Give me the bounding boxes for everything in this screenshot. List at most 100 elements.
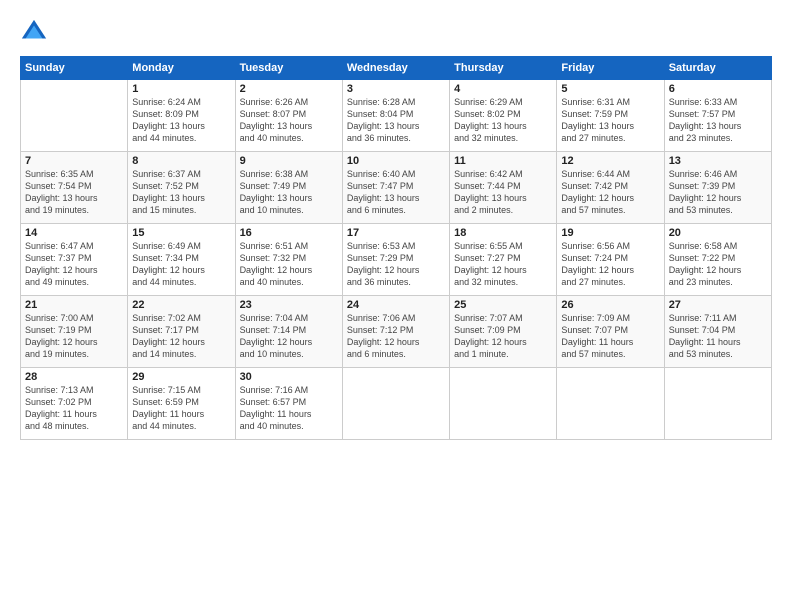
calendar-cell: 12Sunrise: 6:44 AMSunset: 7:42 PMDayligh… — [557, 152, 664, 224]
day-number: 23 — [240, 299, 338, 311]
week-row-2: 7Sunrise: 6:35 AMSunset: 7:54 PMDaylight… — [21, 152, 772, 224]
day-info: Sunrise: 7:06 AMSunset: 7:12 PMDaylight:… — [347, 312, 445, 361]
day-number: 21 — [25, 299, 123, 311]
calendar-cell — [450, 368, 557, 440]
week-row-4: 21Sunrise: 7:00 AMSunset: 7:19 PMDayligh… — [21, 296, 772, 368]
calendar-cell: 21Sunrise: 7:00 AMSunset: 7:19 PMDayligh… — [21, 296, 128, 368]
calendar-cell: 17Sunrise: 6:53 AMSunset: 7:29 PMDayligh… — [342, 224, 449, 296]
day-number: 24 — [347, 299, 445, 311]
day-info: Sunrise: 6:58 AMSunset: 7:22 PMDaylight:… — [669, 240, 767, 289]
day-info: Sunrise: 6:47 AMSunset: 7:37 PMDaylight:… — [25, 240, 123, 289]
day-info: Sunrise: 7:02 AMSunset: 7:17 PMDaylight:… — [132, 312, 230, 361]
weekday-header-thursday: Thursday — [450, 57, 557, 80]
calendar-cell: 25Sunrise: 7:07 AMSunset: 7:09 PMDayligh… — [450, 296, 557, 368]
day-number: 5 — [561, 83, 659, 95]
day-info: Sunrise: 7:11 AMSunset: 7:04 PMDaylight:… — [669, 312, 767, 361]
day-number: 17 — [347, 227, 445, 239]
calendar-cell — [21, 80, 128, 152]
calendar-cell: 23Sunrise: 7:04 AMSunset: 7:14 PMDayligh… — [235, 296, 342, 368]
calendar-cell — [342, 368, 449, 440]
day-info: Sunrise: 7:07 AMSunset: 7:09 PMDaylight:… — [454, 312, 552, 361]
day-info: Sunrise: 6:49 AMSunset: 7:34 PMDaylight:… — [132, 240, 230, 289]
day-number: 6 — [669, 83, 767, 95]
day-number: 7 — [25, 155, 123, 167]
week-row-3: 14Sunrise: 6:47 AMSunset: 7:37 PMDayligh… — [21, 224, 772, 296]
day-number: 27 — [669, 299, 767, 311]
day-number: 16 — [240, 227, 338, 239]
calendar-cell: 16Sunrise: 6:51 AMSunset: 7:32 PMDayligh… — [235, 224, 342, 296]
calendar-cell: 15Sunrise: 6:49 AMSunset: 7:34 PMDayligh… — [128, 224, 235, 296]
calendar-cell — [557, 368, 664, 440]
day-number: 2 — [240, 83, 338, 95]
day-number: 20 — [669, 227, 767, 239]
weekday-header-friday: Friday — [557, 57, 664, 80]
day-info: Sunrise: 6:31 AMSunset: 7:59 PMDaylight:… — [561, 96, 659, 145]
day-info: Sunrise: 6:33 AMSunset: 7:57 PMDaylight:… — [669, 96, 767, 145]
logo-icon — [20, 18, 48, 46]
calendar-cell: 11Sunrise: 6:42 AMSunset: 7:44 PMDayligh… — [450, 152, 557, 224]
weekday-header-sunday: Sunday — [21, 57, 128, 80]
weekday-header-wednesday: Wednesday — [342, 57, 449, 80]
day-info: Sunrise: 6:42 AMSunset: 7:44 PMDaylight:… — [454, 168, 552, 217]
day-info: Sunrise: 6:38 AMSunset: 7:49 PMDaylight:… — [240, 168, 338, 217]
day-number: 3 — [347, 83, 445, 95]
calendar-cell: 29Sunrise: 7:15 AMSunset: 6:59 PMDayligh… — [128, 368, 235, 440]
day-info: Sunrise: 6:24 AMSunset: 8:09 PMDaylight:… — [132, 96, 230, 145]
day-info: Sunrise: 7:09 AMSunset: 7:07 PMDaylight:… — [561, 312, 659, 361]
calendar-cell: 6Sunrise: 6:33 AMSunset: 7:57 PMDaylight… — [664, 80, 771, 152]
day-info: Sunrise: 6:51 AMSunset: 7:32 PMDaylight:… — [240, 240, 338, 289]
day-number: 18 — [454, 227, 552, 239]
calendar-cell: 18Sunrise: 6:55 AMSunset: 7:27 PMDayligh… — [450, 224, 557, 296]
weekday-header-row: SundayMondayTuesdayWednesdayThursdayFrid… — [21, 57, 772, 80]
calendar-cell: 28Sunrise: 7:13 AMSunset: 7:02 PMDayligh… — [21, 368, 128, 440]
day-number: 25 — [454, 299, 552, 311]
day-info: Sunrise: 6:35 AMSunset: 7:54 PMDaylight:… — [25, 168, 123, 217]
calendar-cell: 8Sunrise: 6:37 AMSunset: 7:52 PMDaylight… — [128, 152, 235, 224]
calendar-table: SundayMondayTuesdayWednesdayThursdayFrid… — [20, 56, 772, 440]
day-info: Sunrise: 7:16 AMSunset: 6:57 PMDaylight:… — [240, 384, 338, 433]
weekday-header-saturday: Saturday — [664, 57, 771, 80]
day-info: Sunrise: 7:15 AMSunset: 6:59 PMDaylight:… — [132, 384, 230, 433]
day-info: Sunrise: 7:04 AMSunset: 7:14 PMDaylight:… — [240, 312, 338, 361]
week-row-1: 1Sunrise: 6:24 AMSunset: 8:09 PMDaylight… — [21, 80, 772, 152]
calendar-cell: 26Sunrise: 7:09 AMSunset: 7:07 PMDayligh… — [557, 296, 664, 368]
day-number: 11 — [454, 155, 552, 167]
day-info: Sunrise: 6:26 AMSunset: 8:07 PMDaylight:… — [240, 96, 338, 145]
day-info: Sunrise: 7:00 AMSunset: 7:19 PMDaylight:… — [25, 312, 123, 361]
day-info: Sunrise: 6:46 AMSunset: 7:39 PMDaylight:… — [669, 168, 767, 217]
calendar-cell — [664, 368, 771, 440]
calendar-cell: 14Sunrise: 6:47 AMSunset: 7:37 PMDayligh… — [21, 224, 128, 296]
calendar-cell: 13Sunrise: 6:46 AMSunset: 7:39 PMDayligh… — [664, 152, 771, 224]
calendar-cell: 4Sunrise: 6:29 AMSunset: 8:02 PMDaylight… — [450, 80, 557, 152]
day-info: Sunrise: 7:13 AMSunset: 7:02 PMDaylight:… — [25, 384, 123, 433]
calendar-cell: 24Sunrise: 7:06 AMSunset: 7:12 PMDayligh… — [342, 296, 449, 368]
calendar-cell: 19Sunrise: 6:56 AMSunset: 7:24 PMDayligh… — [557, 224, 664, 296]
day-number: 4 — [454, 83, 552, 95]
day-number: 8 — [132, 155, 230, 167]
calendar-cell: 9Sunrise: 6:38 AMSunset: 7:49 PMDaylight… — [235, 152, 342, 224]
day-info: Sunrise: 6:55 AMSunset: 7:27 PMDaylight:… — [454, 240, 552, 289]
day-number: 10 — [347, 155, 445, 167]
calendar-cell: 27Sunrise: 7:11 AMSunset: 7:04 PMDayligh… — [664, 296, 771, 368]
day-number: 12 — [561, 155, 659, 167]
calendar-cell: 5Sunrise: 6:31 AMSunset: 7:59 PMDaylight… — [557, 80, 664, 152]
day-number: 22 — [132, 299, 230, 311]
day-number: 19 — [561, 227, 659, 239]
weekday-header-monday: Monday — [128, 57, 235, 80]
day-number: 26 — [561, 299, 659, 311]
day-number: 9 — [240, 155, 338, 167]
logo — [20, 18, 52, 46]
day-number: 28 — [25, 371, 123, 383]
day-number: 1 — [132, 83, 230, 95]
week-row-5: 28Sunrise: 7:13 AMSunset: 7:02 PMDayligh… — [21, 368, 772, 440]
calendar-cell: 1Sunrise: 6:24 AMSunset: 8:09 PMDaylight… — [128, 80, 235, 152]
calendar-cell: 20Sunrise: 6:58 AMSunset: 7:22 PMDayligh… — [664, 224, 771, 296]
day-number: 30 — [240, 371, 338, 383]
day-info: Sunrise: 6:40 AMSunset: 7:47 PMDaylight:… — [347, 168, 445, 217]
calendar-cell: 3Sunrise: 6:28 AMSunset: 8:04 PMDaylight… — [342, 80, 449, 152]
calendar-cell: 22Sunrise: 7:02 AMSunset: 7:17 PMDayligh… — [128, 296, 235, 368]
calendar-cell: 10Sunrise: 6:40 AMSunset: 7:47 PMDayligh… — [342, 152, 449, 224]
day-number: 14 — [25, 227, 123, 239]
calendar-cell: 7Sunrise: 6:35 AMSunset: 7:54 PMDaylight… — [21, 152, 128, 224]
day-info: Sunrise: 6:37 AMSunset: 7:52 PMDaylight:… — [132, 168, 230, 217]
